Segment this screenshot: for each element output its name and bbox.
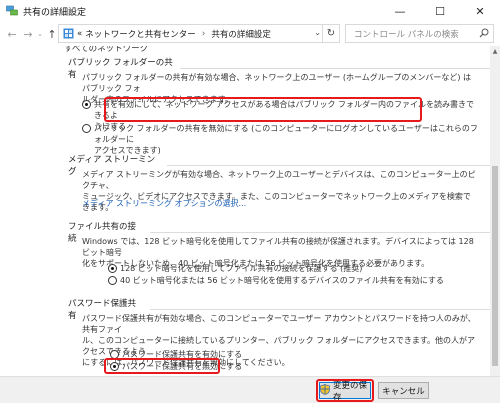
network-sharing-icon [6,5,18,17]
section-divider [167,164,490,166]
footer-bar: 変更の保存 キャンセル [0,376,500,403]
encryption-40-56-option[interactable]: 40 ビット暗号化または 56 ビット暗号化を使用するデバイスのファイル共有を有… [108,275,490,286]
cancel-button[interactable]: キャンセル [378,382,429,399]
close-button[interactable]: ✕ [460,0,500,22]
scroll-up-icon[interactable]: ▲ [490,46,500,56]
description-line: パブリック フォルダーの共有が有効な場合、ネットワーク上のユーザー (ホームグル… [82,73,471,93]
breadcrumb-separator-icon[interactable]: › [202,29,206,39]
address-bar[interactable]: « ネットワークと共有センター › 共有の詳細設定 ⌄ ↻ [58,24,340,43]
highlight-box [104,358,220,374]
recent-locations-button[interactable]: ⌄ [36,25,44,43]
description-line: パスワード保護共有が有効な場合、このコンピューターでユーザー アカウントとパスワ… [82,314,476,334]
scrollbar-thumb[interactable] [492,166,498,366]
all-networks-heading: すべてのネットワーク [64,46,149,54]
description-line: メディア ストリーミングが有効な場合、ネットワーク上のユーザーとデバイスは、この… [82,170,476,190]
public-folder-disable-option[interactable]: パブリック フォルダーの共有を無効にする (このコンピューターにログオンしている… [82,123,482,156]
radio-selected[interactable] [108,264,117,273]
search-icon[interactable] [479,28,489,41]
radio-unselected[interactable] [108,276,117,285]
radio-selected[interactable] [82,100,91,109]
option-label: 40 ビット暗号化または 56 ビット暗号化を使用するデバイスのファイル共有を有… [120,276,444,285]
address-toolbar: ← → ⌄ ↑ « ネットワークと共有センター › 共有の詳細設定 ⌄ ↻ コン… [0,22,500,46]
option-label: パブリック フォルダーの共有を無効にする (このコンピューターにログオンしている… [94,124,478,144]
breadcrumb-network-center[interactable]: ネットワークと共有センター [85,28,196,40]
minimize-button[interactable]: — [380,0,420,22]
option-label: 128 ビット暗号化を使用してファイル共有の接続を保護する (推奨) [120,264,363,273]
radio-unselected[interactable] [82,124,91,133]
vertical-scrollbar[interactable]: ▲ [490,46,500,376]
section-divider [180,67,490,69]
control-panel-icon [63,28,74,39]
search-placeholder: コントロール パネルの検索 [354,29,459,40]
window-title: 共有の詳細設定 [23,7,87,18]
title-bar: 共有の詳細設定 — ☐ ✕ [0,0,500,22]
search-input[interactable]: コントロール パネルの検索 [345,24,494,43]
maximize-button[interactable]: ☐ [420,0,460,22]
section-divider [150,231,490,233]
refresh-button[interactable]: ↻ [322,25,339,42]
forward-button[interactable]: → [20,25,36,43]
description-line: Windows では、128 ビット暗号化を使用してファイル共有の接続が保護され… [82,237,474,257]
section-divider [150,308,490,310]
media-streaming-options-link[interactable]: メディア ストリーミング オプションの選択... [82,198,246,209]
highlight-box [316,379,374,402]
settings-content: すべてのネットワーク パブリック フォルダーの共有 パブリック フォルダーの共有… [0,46,490,376]
breadcrumb-overflow[interactable]: « [77,29,82,39]
highlight-box [104,97,422,122]
chevron-down-icon[interactable]: ⌄ [314,28,321,37]
breadcrumb-advanced-sharing[interactable]: 共有の詳細設定 [211,28,271,40]
encryption-128-option[interactable]: 128 ビット暗号化を使用してファイル共有の接続を保護する (推奨) [108,263,490,274]
back-button[interactable]: ← [4,25,20,43]
